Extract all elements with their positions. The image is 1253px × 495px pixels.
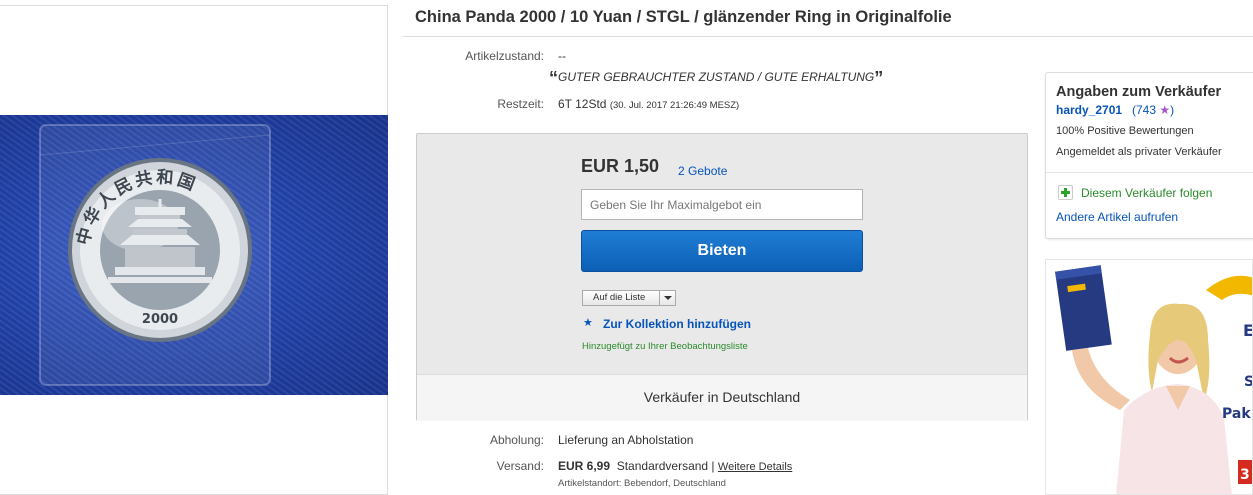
svg-text:S: S: [1244, 374, 1253, 390]
feedback-score-close: ): [1170, 103, 1175, 117]
feedback-star-icon: ★: [1159, 103, 1171, 117]
plus-icon[interactable]: [1058, 185, 1073, 200]
seller-country: Verkäufer in Deutschland: [643, 389, 801, 405]
ad-image: 3 E S Pak: [1046, 260, 1253, 494]
follow-seller-link[interactable]: Diesem Verkäufer folgen: [1081, 186, 1212, 200]
condition-value: --: [558, 49, 566, 63]
advertisement-banner[interactable]: 3 E S Pak: [1045, 259, 1253, 495]
svg-text:E: E: [1243, 321, 1253, 340]
star-icon: ★: [583, 317, 593, 329]
condition-label: Artikelzustand:: [465, 49, 544, 63]
svg-text:3: 3: [1240, 467, 1250, 483]
chevron-down-icon[interactable]: [664, 296, 672, 300]
seller-name-link[interactable]: hardy_2701: [1056, 103, 1122, 117]
other-items-link[interactable]: Andere Artikel aufrufen: [1056, 210, 1178, 224]
end-time: (30. Jul. 2017 21:26:49 MESZ): [609, 100, 740, 111]
shipping-cost: EUR 6,99: [558, 459, 611, 473]
title-divider: [403, 36, 1253, 37]
dropdown-separator: [659, 291, 660, 305]
seller-account-type: Angemeldet als privater Verkäufer: [1056, 146, 1222, 158]
seller-positive-feedback: 100% Positive Bewertungen: [1056, 125, 1194, 137]
condition-quote-text: GUTER GEBRAUCHTER ZUSTAND / GUTE ERHALTU…: [558, 70, 875, 84]
add-to-list-label: Auf die Liste: [593, 292, 646, 303]
svg-text:Pak: Pak: [1222, 406, 1251, 422]
condition-description: “GUTER GEBRAUCHTER ZUSTAND / GUTE ERHALT…: [549, 68, 883, 89]
time-left-label: Restzeit:: [497, 97, 544, 111]
coin-year: 2000: [142, 312, 178, 327]
seller-panel-divider: [1046, 172, 1253, 173]
current-price: EUR 1,50: [581, 156, 660, 176]
seller-feedback-score[interactable]: (743 ★): [1132, 103, 1174, 117]
more-details-link[interactable]: Weitere Details: [718, 461, 792, 473]
pickup-value: Lieferung an Abholstation: [558, 433, 694, 447]
time-left-value: 6T 12Std (30. Jul. 2017 21:26:49 MESZ): [558, 97, 739, 111]
quote-open: “: [549, 68, 558, 88]
shipping-method: Standardversand |: [616, 459, 715, 473]
coin-in-foil-image: 中华人民共和国 2000: [39, 124, 271, 386]
seller-heading: Angaben zum Verkäufer: [1056, 84, 1222, 100]
max-bid-input[interactable]: [581, 189, 863, 220]
time-left: 6T 12Std: [558, 97, 607, 111]
bid-button[interactable]: Bieten: [581, 230, 863, 272]
quote-close: ”: [874, 68, 884, 88]
add-to-collection-link[interactable]: Zur Kollektion hinzufügen: [603, 317, 751, 331]
shipping-label: Versand:: [496, 459, 544, 473]
product-photo[interactable]: 中华人民共和国 2000: [0, 115, 388, 395]
shipping-line: EUR 6,99 Standardversand | Weitere Detai…: [558, 459, 792, 473]
watch-added-message: Hinzugefügt zu Ihrer Beobachtungsliste: [582, 341, 748, 352]
item-title: China Panda 2000 / 10 Yuan / STGL / glän…: [415, 8, 952, 26]
bid-count-link[interactable]: 2 Gebote: [678, 164, 727, 178]
feedback-score-open: (743: [1132, 103, 1157, 117]
item-location: Artikelstandort: Bebendorf, Deutschland: [558, 478, 726, 489]
pickup-label: Abholung:: [489, 433, 544, 447]
add-to-list-dropdown[interactable]: Auf die Liste: [582, 290, 676, 306]
